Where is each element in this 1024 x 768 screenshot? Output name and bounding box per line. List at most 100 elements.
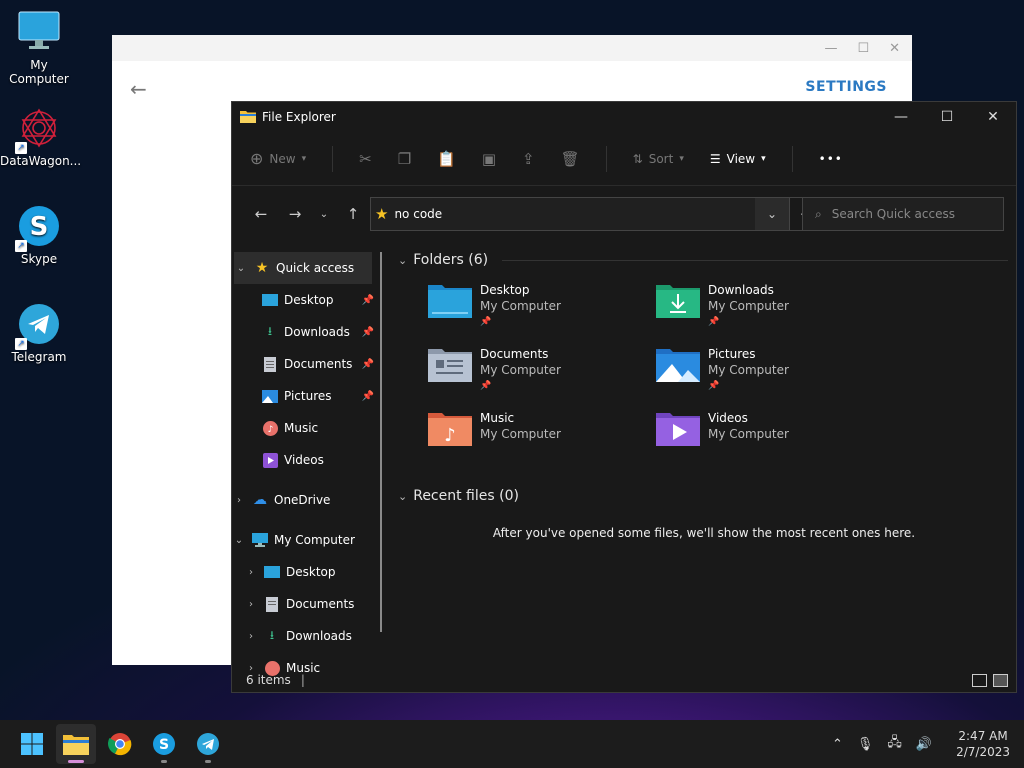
new-button[interactable]: ⊕ New ▾ [250, 149, 306, 168]
new-label: New [269, 151, 296, 166]
desktop-icon-datawagon[interactable]: ↗ DataWagon... [0, 106, 81, 168]
folder-tile-music[interactable]: ♪ Music My Computer [428, 410, 656, 460]
details-view-icon[interactable] [972, 673, 987, 687]
volume-icon[interactable]: 🔊 [916, 737, 932, 752]
up-arrow-icon[interactable]: ↑ [336, 205, 370, 223]
chevron-right-icon[interactable]: › [244, 631, 258, 642]
sort-button[interactable]: ⇅ Sort ▾ [633, 152, 684, 166]
chevron-down-icon[interactable]: ⌄ [398, 254, 407, 267]
navigation-bar: ← → ⌄ ↑ ★ no code ⌄ → ⌕ Search Quick acc… [232, 186, 1016, 242]
recent-files-header-label: Recent files (0) [413, 488, 519, 504]
sidebar-item-my-computer[interactable]: ⌄ My Computer [232, 524, 382, 556]
folder-tile-videos[interactable]: Videos My Computer [656, 410, 884, 460]
copy-icon[interactable]: ❐ [398, 150, 411, 168]
maximize-icon[interactable]: ☐ [857, 41, 869, 56]
desktop-icon-label: Skype [20, 252, 58, 266]
share-icon[interactable]: ⇪ [522, 150, 535, 168]
sidebar-item-pictures[interactable]: Pictures 📌 [232, 380, 382, 412]
chevron-right-icon[interactable]: › [244, 567, 258, 578]
address-bar[interactable]: ★ no code ⌄ [370, 197, 790, 231]
star-icon: ★ [255, 260, 269, 276]
sidebar-item-quick-access[interactable]: ⌄ ★ Quick access [234, 252, 372, 284]
maximize-button[interactable]: ☐ [924, 102, 970, 132]
sidebar-item-label: Music [284, 421, 319, 435]
chevron-down-icon: ▾ [761, 153, 766, 164]
desktop-icon-my-computer[interactable]: My Computer [0, 10, 78, 86]
recent-locations-chevron-icon[interactable]: ⌄ [312, 209, 336, 220]
search-icon: ⌕ [815, 206, 822, 221]
clock[interactable]: 2:47 AM 2/7/2023 [956, 728, 1010, 760]
taskbar-file-explorer[interactable] [56, 724, 96, 764]
view-list-icon: ☰ [709, 151, 721, 166]
chevron-up-icon[interactable]: ⌃ [832, 737, 843, 752]
tiles-view-icon[interactable] [993, 673, 1008, 687]
taskbar-telegram[interactable] [188, 724, 228, 764]
pin-icon: 📌 [361, 326, 374, 338]
folder-name: Pictures [708, 347, 756, 361]
minimize-icon[interactable]: — [824, 41, 837, 56]
back-arrow-icon[interactable]: ← [130, 77, 147, 101]
sidebar-item-downloads[interactable]: ⭳ Downloads 📌 [232, 316, 382, 348]
cut-icon[interactable]: ✂ [359, 150, 372, 168]
microphone-icon[interactable]: 🎙 [857, 737, 874, 752]
status-bar: 6 items | [232, 668, 1016, 692]
chevron-right-icon[interactable]: › [244, 599, 258, 610]
pin-icon: 📌 [361, 358, 374, 370]
folder-name: Videos [708, 411, 748, 425]
settings-header-label[interactable]: SETTINGS [805, 79, 887, 95]
shortcut-arrow-icon: ↗ [15, 240, 27, 252]
paste-icon[interactable]: 📋 [437, 150, 456, 168]
chevron-down-icon[interactable]: ⌄ [234, 263, 248, 274]
close-icon[interactable]: ✕ [889, 41, 900, 56]
folder-tile-desktop[interactable]: Desktop My Computer 📌 [428, 282, 656, 332]
chevron-right-icon[interactable]: › [232, 495, 246, 506]
rename-icon[interactable]: ▣ [482, 150, 496, 168]
chevron-down-icon: ▾ [679, 153, 684, 164]
telegram-icon: ↗ [15, 302, 61, 350]
sidebar-item-videos[interactable]: Videos [232, 444, 382, 476]
view-button[interactable]: ☰ View ▾ [710, 152, 766, 166]
sidebar-item-pc-documents[interactable]: › Documents [232, 588, 382, 620]
cloud-icon: ☁ [253, 492, 267, 508]
folder-tile-documents[interactable]: Documents My Computer 📌 [428, 346, 656, 396]
svg-text:♪: ♪ [444, 425, 456, 446]
network-icon[interactable]: 🖧 [887, 733, 902, 755]
sidebar-item-pc-desktop[interactable]: › Desktop [232, 556, 382, 588]
chevron-down-icon[interactable]: ⌄ [232, 535, 246, 546]
delete-icon[interactable]: 🗑 [561, 150, 580, 168]
sidebar-item-onedrive[interactable]: › ☁ OneDrive [232, 484, 382, 516]
view-label: View [726, 151, 756, 166]
desktop-icon-skype[interactable]: S ↗ Skype [0, 204, 78, 266]
folder-tile-downloads[interactable]: Downloads My Computer 📌 [656, 282, 884, 332]
folders-section-header[interactable]: ⌄ Folders (6) [392, 246, 1016, 274]
address-dropdown-icon[interactable]: ⌄ [755, 198, 789, 230]
minimize-button[interactable]: — [878, 102, 924, 132]
chevron-down-icon[interactable]: ⌄ [398, 490, 407, 503]
skype-icon: S [153, 733, 175, 755]
sidebar-item-pc-downloads[interactable]: › ⭳ Downloads [232, 620, 382, 652]
sidebar-scrollbar[interactable] [380, 252, 382, 632]
back-arrow-icon[interactable]: ← [244, 205, 278, 223]
explorer-titlebar: File Explorer — ☐ ✕ [232, 102, 1016, 132]
forward-arrow-icon[interactable]: → [278, 205, 312, 223]
sidebar-item-music[interactable]: ♪ Music [232, 412, 382, 444]
taskbar-skype[interactable]: S [144, 724, 184, 764]
pictures-icon [262, 388, 278, 404]
pin-icon: 📌 [480, 317, 492, 327]
taskbar-chrome[interactable] [100, 724, 140, 764]
start-button[interactable] [12, 724, 52, 764]
recent-files-section-header[interactable]: ⌄ Recent files (0) [392, 482, 1016, 510]
search-input[interactable]: ⌕ Search Quick access [802, 197, 1004, 231]
plus-circle-icon: ⊕ [250, 149, 264, 168]
more-options-button[interactable]: ••• [819, 152, 843, 166]
file-explorer-window: File Explorer — ☐ ✕ ⊕ New ▾ ✂ ❐ 📋 ▣ ⇪ 🗑 … [231, 101, 1017, 693]
sidebar-item-desktop[interactable]: Desktop 📌 [232, 284, 382, 316]
sidebar-item-documents[interactable]: Documents 📌 [232, 348, 382, 380]
close-button[interactable]: ✕ [970, 102, 1016, 132]
sidebar-item-label: Documents [286, 597, 355, 611]
desktop-icon-telegram[interactable]: ↗ Telegram [0, 302, 78, 364]
content-pane: ⌄ Folders (6) Desktop My Computer 📌 Down… [392, 246, 1016, 671]
svg-text:S: S [30, 212, 49, 242]
folder-location: My Computer [708, 299, 789, 313]
folder-tile-pictures[interactable]: Pictures My Computer 📌 [656, 346, 884, 396]
